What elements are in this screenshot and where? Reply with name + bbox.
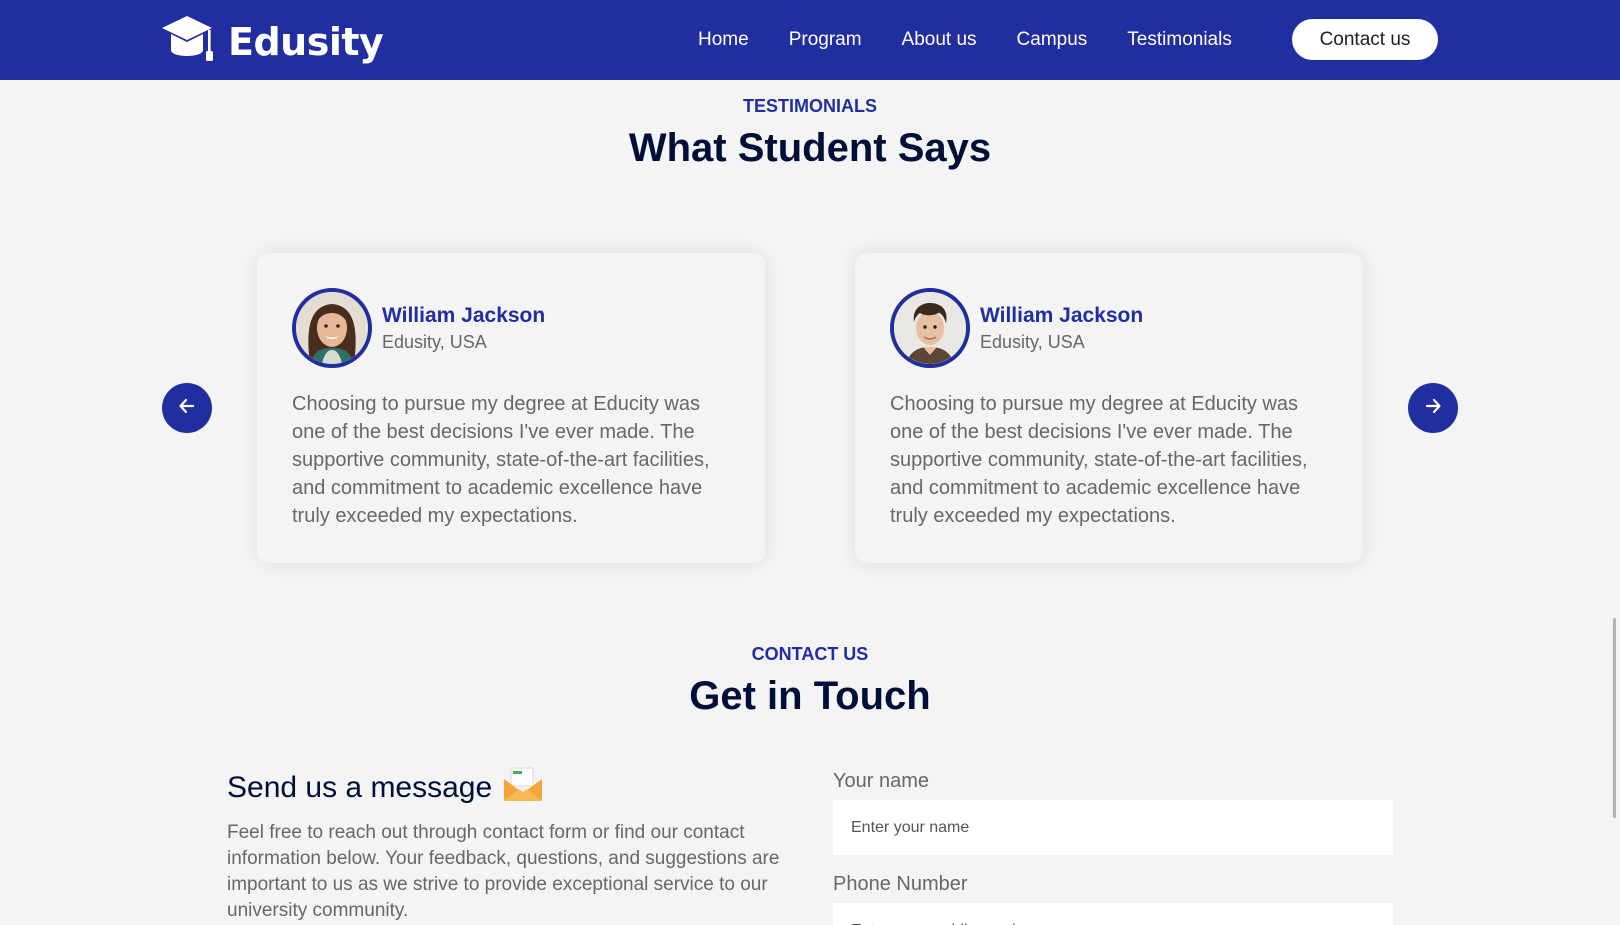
student-info: William Jackson Edusity, USA [980, 304, 1143, 353]
student-location: Edusity, USA [980, 331, 1085, 352]
student-info: William Jackson Edusity, USA [382, 304, 545, 353]
arrow-right-icon [1423, 396, 1443, 421]
testimonial-header: William Jackson Edusity, USA [292, 288, 730, 368]
brand-name: Edusity [228, 19, 384, 64]
contact-subtitle: CONTACT US [751, 644, 869, 664]
message-heading-text: Send us a message [227, 771, 493, 804]
phone-label: Phone Number [833, 873, 968, 895]
testimonial-card: William Jackson Edusity, USA Choosing to… [855, 253, 1363, 563]
scrollbar[interactable] [1613, 618, 1616, 818]
next-testimonial-button[interactable] [1408, 383, 1458, 433]
envelope-icon [492, 767, 544, 809]
testimonials-title: What Student Says [628, 126, 992, 170]
testimonial-header: William Jackson Edusity, USA [890, 288, 1328, 368]
nav-link-testimonials[interactable]: Testimonials [1127, 29, 1232, 51]
logo[interactable]: Edusity [160, 14, 384, 69]
graduation-cap-icon [160, 14, 214, 69]
testimonial-quote: Choosing to pursue my degree at Educity … [890, 393, 1308, 527]
testimonial-card: William Jackson Edusity, USA Choosing to… [257, 253, 765, 563]
phone-input[interactable] [833, 903, 1393, 925]
student-name: William Jackson [980, 303, 1144, 327]
navbar: Edusity Home Program About us Campus Tes… [0, 0, 1620, 80]
nav-menu: Home Program About us Campus Testimonial… [698, 0, 1272, 80]
student-location: Edusity, USA [382, 331, 487, 352]
contact-title: Get in Touch [689, 674, 931, 718]
nav-link-campus[interactable]: Campus [1017, 29, 1088, 51]
nav-link-program[interactable]: Program [789, 29, 862, 51]
nav-link-about[interactable]: About us [902, 29, 977, 51]
contact-us-button[interactable]: Contact us [1292, 19, 1438, 60]
message-description: Feel free to reach out through contact f… [227, 822, 780, 921]
testimonials-subtitle: TESTIMONIALS [743, 96, 877, 116]
prev-testimonial-button[interactable] [162, 383, 212, 433]
arrow-left-icon [177, 396, 197, 421]
message-heading: Send us a message [227, 767, 544, 809]
name-input[interactable] [833, 800, 1393, 855]
student-photo-man [890, 288, 970, 368]
student-name: William Jackson [382, 303, 546, 327]
name-label: Your name [833, 770, 929, 792]
nav-link-home[interactable]: Home [698, 29, 749, 51]
testimonial-quote: Choosing to pursue my degree at Educity … [292, 393, 710, 527]
student-photo-woman [292, 288, 372, 368]
